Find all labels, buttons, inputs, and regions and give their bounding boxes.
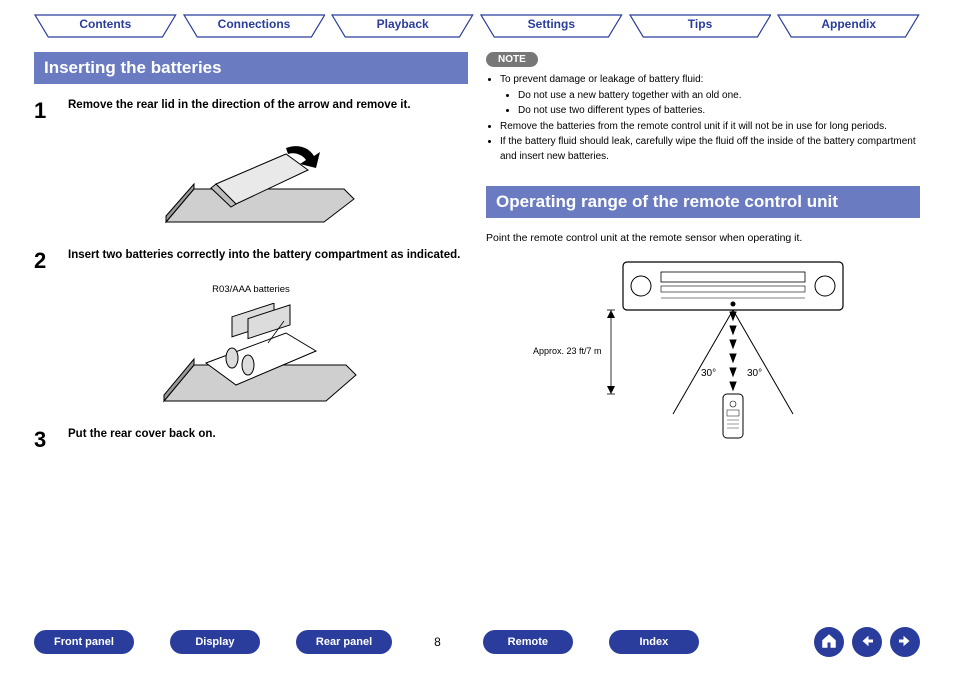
section-heading-range: Operating range of the remote control un… (486, 186, 920, 218)
note-intro: To prevent damage or leakage of battery … (500, 73, 920, 88)
tab-connections[interactable]: Connections (183, 14, 326, 38)
tab-label: Connections (183, 17, 326, 31)
home-icon (820, 632, 838, 653)
tab-settings[interactable]: Settings (480, 14, 623, 38)
left-column: Inserting the batteries 1 Remove the rea… (34, 52, 468, 463)
right-column: NOTE To prevent damage or leakage of bat… (486, 52, 920, 463)
arrow-left-icon (858, 632, 876, 653)
tab-appendix[interactable]: Appendix (777, 14, 920, 38)
step-text: Insert two batteries correctly into the … (68, 248, 468, 264)
step-number: 2 (34, 248, 54, 274)
nav-front-panel[interactable]: Front panel (34, 630, 134, 654)
arrow-right-icon (896, 632, 914, 653)
tab-label: Playback (331, 17, 474, 31)
note-item: Remove the batteries from the remote con… (500, 120, 920, 135)
tab-label: Contents (34, 17, 177, 31)
step-number: 3 (34, 427, 54, 453)
note-sub-item: Do not use two different types of batter… (518, 104, 920, 119)
nav-index[interactable]: Index (609, 630, 699, 654)
nav-remote[interactable]: Remote (483, 630, 573, 654)
illustration-remote-range: Approx. 23 ft/7 m 30° 30° (533, 254, 873, 444)
nav-rear-panel[interactable]: Rear panel (296, 630, 392, 654)
step-1: 1 Remove the rear lid in the direction o… (34, 98, 468, 124)
step-3: 3 Put the rear cover back on. (34, 427, 468, 453)
note-badge: NOTE (486, 52, 538, 67)
illustration-insert-batteries (136, 303, 366, 413)
step-2: 2 Insert two batteries correctly into th… (34, 248, 468, 274)
distance-label: Approx. 23 ft/7 m (533, 346, 602, 356)
prev-page-button[interactable] (852, 627, 882, 657)
tab-label: Tips (629, 17, 772, 31)
note-sub-item: Do not use a new battery together with a… (518, 89, 920, 104)
tab-label: Settings (480, 17, 623, 31)
section-heading-batteries: Inserting the batteries (34, 52, 468, 84)
step-number: 1 (34, 98, 54, 124)
step-text: Put the rear cover back on. (68, 427, 468, 443)
tab-tips[interactable]: Tips (629, 14, 772, 38)
top-tab-bar: Contents Connections Playback Settings T… (34, 14, 920, 38)
page-number: 8 (428, 635, 447, 649)
tab-label: Appendix (777, 17, 920, 31)
battery-type-label: R03/AAA batteries (34, 284, 468, 295)
tab-playback[interactable]: Playback (331, 14, 474, 38)
note-item: If the battery fluid should leak, carefu… (500, 135, 920, 164)
step-text: Remove the rear lid in the direction of … (68, 98, 468, 114)
angle-left-label: 30° (701, 368, 716, 379)
angle-right-label: 30° (747, 368, 762, 379)
nav-display[interactable]: Display (170, 630, 260, 654)
tab-contents[interactable]: Contents (34, 14, 177, 38)
next-page-button[interactable] (890, 627, 920, 657)
bottom-nav-bar: Front panel Display Rear panel 8 Remote … (34, 627, 920, 657)
illustration-remove-lid (136, 134, 366, 234)
range-instruction: Point the remote control unit at the rem… (486, 232, 920, 244)
note-list: To prevent damage or leakage of battery … (486, 73, 920, 164)
home-button[interactable] (814, 627, 844, 657)
